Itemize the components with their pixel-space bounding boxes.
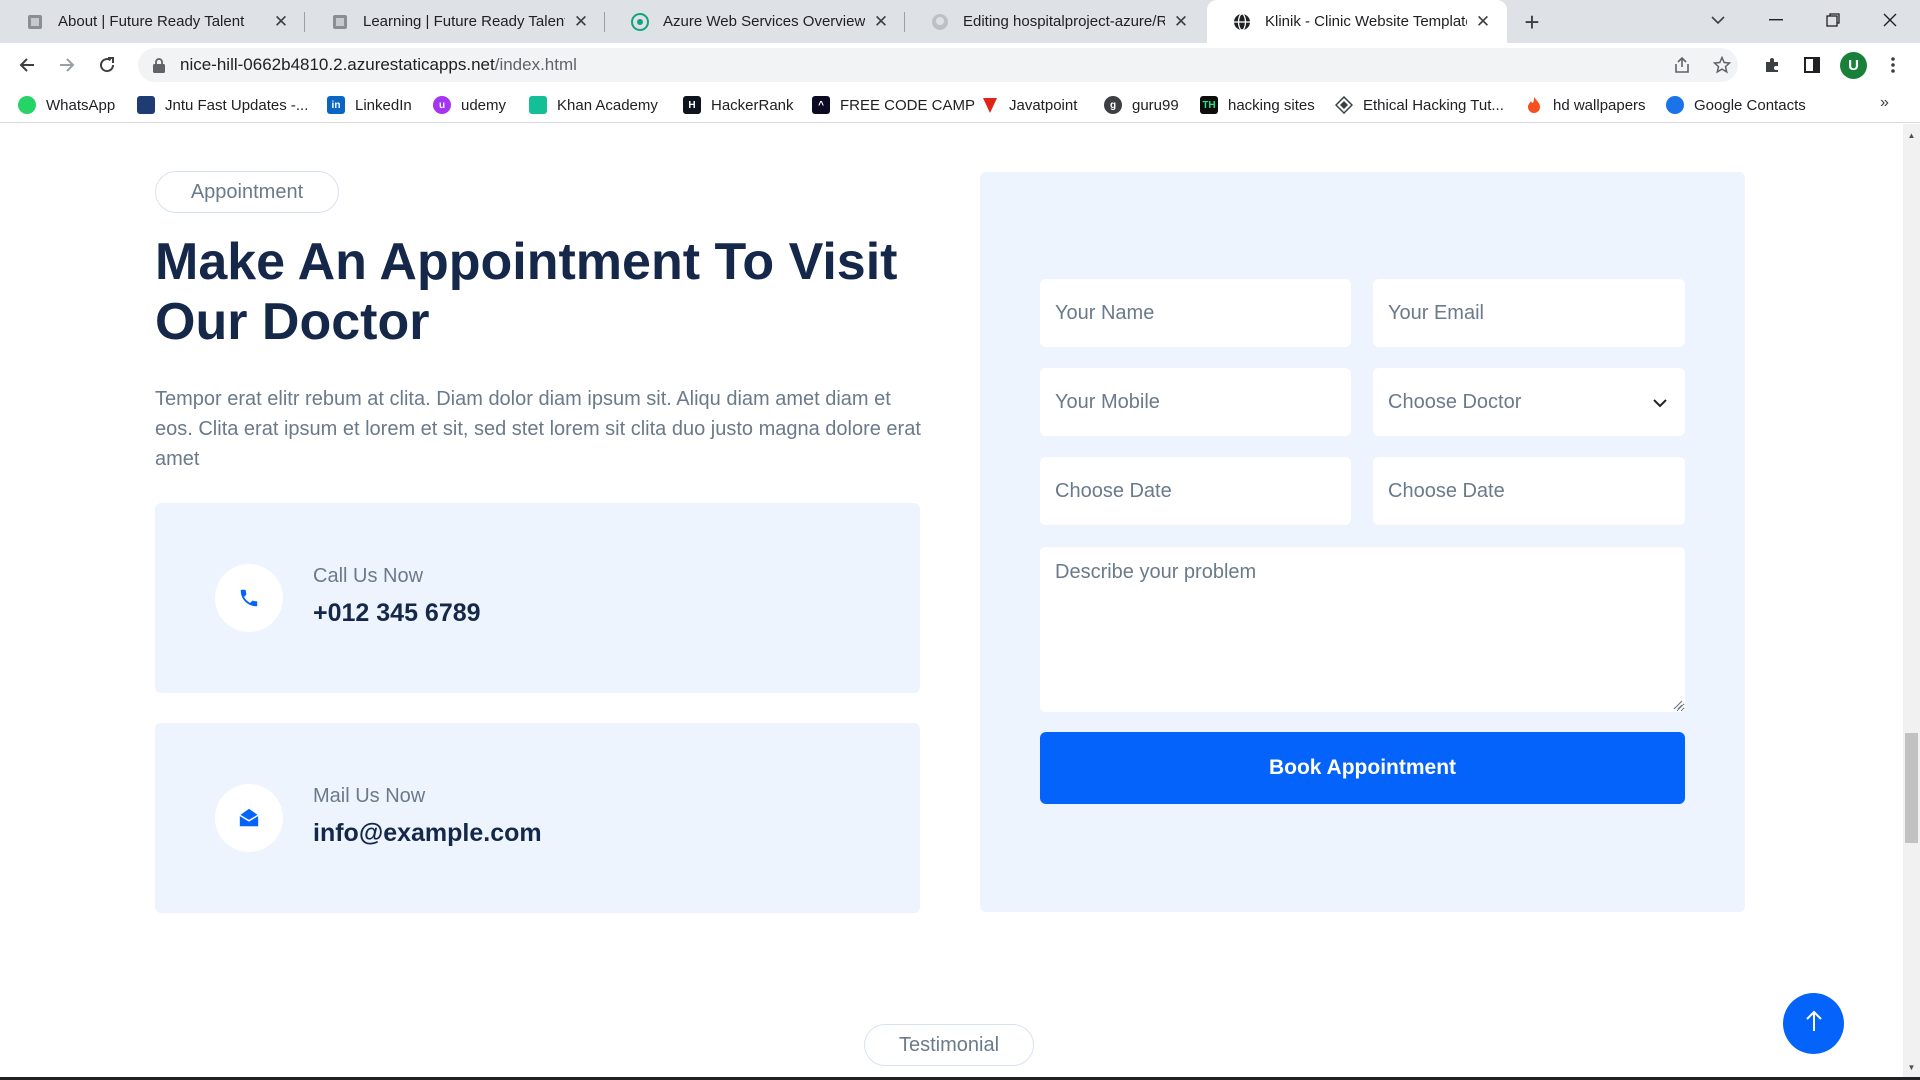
mail-us-card: Mail Us Now info@example.com [155, 723, 920, 913]
scroll-up-arrow-icon[interactable]: ▲ [1903, 128, 1920, 142]
hacking-sites-icon: TH [1200, 96, 1218, 114]
new-tab-plus-icon[interactable]: + [1517, 7, 1547, 37]
phone-icon [215, 564, 283, 632]
bookmark-google-contacts[interactable]: Google Contacts [1666, 94, 1806, 116]
bookmarks-bar: WhatsApp Jntu Fast Updates -... in Linke… [0, 87, 1920, 123]
bookmark-javatpoint[interactable]: Javatpoint [981, 94, 1077, 116]
email-input[interactable] [1373, 279, 1685, 347]
chrome-menu-kebab-icon[interactable] [1878, 50, 1908, 80]
problem-textarea[interactable] [1040, 547, 1685, 712]
date-input-1[interactable] [1040, 457, 1351, 525]
doctor-select-value: Choose Doctor [1388, 390, 1522, 413]
flame-icon [1525, 96, 1543, 114]
ethical-hacking-icon [1335, 96, 1353, 114]
reload-icon[interactable] [92, 50, 122, 80]
whatsapp-icon [18, 96, 36, 114]
book-appointment-button[interactable]: Book Appointment [1040, 732, 1685, 804]
back-arrow-icon[interactable] [12, 50, 42, 80]
address-bar[interactable]: nice-hill-0662b4810.2.azurestaticapps.ne… [138, 48, 1738, 82]
close-tab-icon[interactable]: ✕ [871, 12, 891, 32]
minimize-icon[interactable] [1748, 0, 1804, 40]
tab-github-editing[interactable]: Editing hospitalproject-azure/RE/ ✕ [905, 0, 1205, 43]
tab-about[interactable]: About | Future Ready Talent ✕ [0, 0, 305, 43]
mobile-input[interactable] [1040, 368, 1351, 436]
doctor-select[interactable]: Choose Doctor [1373, 368, 1685, 436]
mail-us-label: Mail Us Now [313, 785, 426, 807]
globe-icon [1233, 12, 1251, 31]
close-tab-icon[interactable]: ✕ [271, 12, 291, 32]
tab-title: Azure Web Services Overview [663, 13, 865, 30]
appointment-heading: Make An Appointment To Visit Our Doctor [155, 233, 898, 351]
close-tab-icon[interactable]: ✕ [1171, 12, 1191, 32]
browser-toolbar: nice-hill-0662b4810.2.azurestaticapps.ne… [0, 43, 1920, 87]
page-viewport: Appointment Make An Appointment To Visit… [0, 124, 1903, 1078]
guru99-icon: g [1104, 96, 1122, 114]
bookmark-star-icon[interactable] [1707, 50, 1737, 80]
bookmark-hackerrank[interactable]: H HackerRank [683, 94, 794, 116]
call-us-card: Call Us Now +012 345 6789 [155, 503, 920, 693]
share-icon[interactable] [1667, 50, 1697, 80]
bookmark-udemy[interactable]: u udemy [433, 94, 506, 116]
khan-academy-icon [529, 96, 547, 114]
scroll-down-arrow-icon[interactable]: ▼ [1903, 1060, 1920, 1074]
date-input-2[interactable] [1373, 457, 1685, 525]
close-tab-icon[interactable]: ✕ [1473, 12, 1493, 32]
page-scrollbar-track[interactable] [1903, 124, 1920, 1078]
testimonial-badge: Testimonial [864, 1024, 1034, 1066]
url-text: nice-hill-0662b4810.2.azurestaticapps.ne… [180, 55, 577, 74]
appointment-form-panel: Choose Doctor Book Appointment [980, 172, 1745, 912]
bookmark-khan-academy[interactable]: Khan Academy [529, 94, 658, 116]
chevron-down-icon [1653, 391, 1667, 414]
bookmark-whatsapp[interactable]: WhatsApp [18, 94, 115, 116]
bookmark-guru99[interactable]: g guru99 [1104, 94, 1179, 116]
more-bookmarks-chevron-icon[interactable]: » [1880, 94, 1889, 112]
name-input[interactable] [1040, 279, 1351, 347]
side-panel-icon[interactable] [1797, 50, 1827, 80]
site-favicon-icon [26, 13, 44, 31]
extensions-puzzle-icon[interactable] [1757, 50, 1787, 80]
call-us-label: Call Us Now [313, 565, 424, 587]
close-window-icon[interactable] [1862, 0, 1918, 40]
bookmark-hd-wallpapers[interactable]: hd wallpapers [1525, 94, 1646, 116]
resize-grip-icon[interactable] [1671, 697, 1683, 710]
phone-number[interactable]: +012 345 6789 [313, 599, 481, 628]
bookmark-freecodecamp[interactable]: ^ FREE CODE CAMP [812, 94, 975, 116]
chatgpt-icon [631, 12, 649, 31]
appointment-description: Tempor erat elitr rebum at clita. Diam d… [155, 388, 921, 470]
tab-azure-overview[interactable]: Azure Web Services Overview ✕ [605, 0, 905, 43]
arrow-up-icon [1804, 1009, 1824, 1038]
hackerrank-icon: H [683, 96, 701, 114]
close-tab-icon[interactable]: ✕ [571, 12, 591, 32]
bookmark-linkedin[interactable]: in LinkedIn [327, 94, 412, 116]
tab-title: About | Future Ready Talent [58, 13, 245, 30]
back-to-top-button[interactable] [1783, 993, 1844, 1054]
contacts-person-icon [1666, 96, 1684, 114]
scrollbar-thumb[interactable] [1905, 733, 1918, 843]
javatpoint-icon [981, 96, 999, 114]
bookmark-ethical-hacking[interactable]: Ethical Hacking Tut... [1335, 94, 1504, 116]
envelope-open-icon [215, 784, 283, 852]
bookmark-hacking-sites[interactable]: TH hacking sites [1200, 94, 1315, 116]
freecodecamp-icon: ^ [812, 96, 830, 114]
tab-strip: About | Future Ready Talent ✕ Learning |… [0, 0, 1920, 43]
udemy-icon: u [433, 96, 451, 114]
graduation-cap-icon [137, 96, 155, 114]
tab-learning[interactable]: Learning | Future Ready Talent ✕ [305, 0, 605, 43]
tab-klinik-active[interactable]: Klinik - Clinic Website Template ✕ [1207, 0, 1507, 43]
linkedin-icon: in [327, 96, 345, 114]
restore-icon[interactable] [1805, 0, 1861, 40]
tab-search-chevron-icon[interactable] [1690, 0, 1746, 40]
email-address[interactable]: info@example.com [313, 819, 542, 848]
lock-icon[interactable] [152, 57, 166, 73]
bookmark-jntu[interactable]: Jntu Fast Updates -... [137, 94, 308, 116]
site-favicon-icon [331, 13, 349, 31]
tab-title: Editing hospitalproject-azure/RE/ [963, 13, 1165, 30]
profile-avatar[interactable]: U [1840, 52, 1867, 79]
appointment-badge: Appointment [155, 171, 339, 213]
tab-title: Klinik - Clinic Website Template [1265, 13, 1467, 30]
tab-title: Learning | Future Ready Talent [363, 13, 565, 30]
forward-arrow-icon[interactable] [52, 50, 82, 80]
github-icon [931, 13, 949, 31]
